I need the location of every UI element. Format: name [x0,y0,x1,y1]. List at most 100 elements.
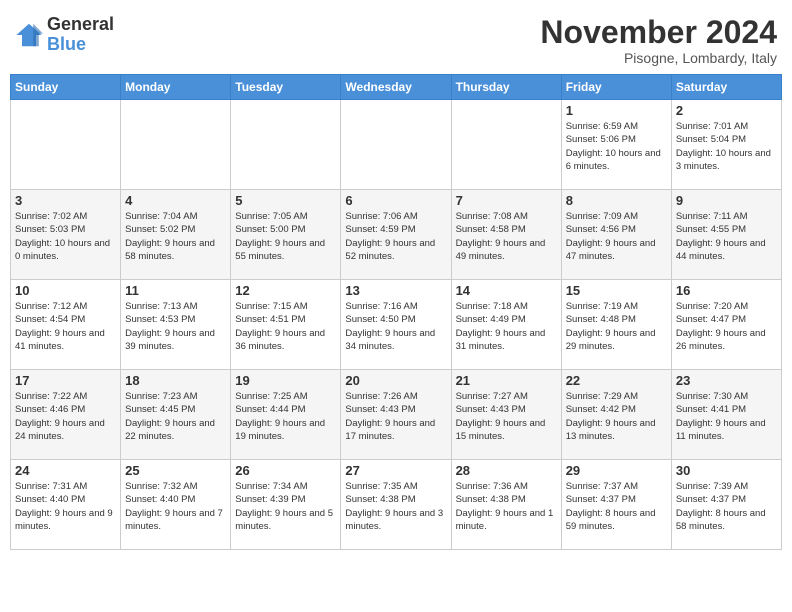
day-number: 15 [566,283,667,298]
day-number: 7 [456,193,557,208]
day-info: Sunrise: 7:34 AM Sunset: 4:39 PM Dayligh… [235,480,336,533]
table-row: 30Sunrise: 7:39 AM Sunset: 4:37 PM Dayli… [671,460,781,550]
day-info: Sunrise: 7:08 AM Sunset: 4:58 PM Dayligh… [456,210,557,263]
table-row: 19 Sunrise: 7:25 AM Sunset: 4:44 PM Dayli… [231,370,341,460]
day-info: Sunrise: 7:23 AM Sunset: 4:45 PM Dayligh… [125,390,226,443]
table-row: 10 Sunrise: 7:12 AM Sunset: 4:54 PM Dayli… [11,280,121,370]
header-thursday: Thursday [451,75,561,100]
calendar-week-row: 10 Sunrise: 7:12 AM Sunset: 4:54 PM Dayli… [11,280,782,370]
day-number: 21 [456,373,557,388]
day-info: Sunrise: 7:30 AM Sunset: 4:41 PM Dayligh… [676,390,777,443]
day-number: 1 [566,103,667,118]
day-number: 20 [345,373,446,388]
day-number: 14 [456,283,557,298]
day-number: 2 [676,103,777,118]
day-info: Sunrise: 7:35 AM Sunset: 4:38 PM Dayligh… [345,480,446,533]
table-row: 11 Sunrise: 7:13 AM Sunset: 4:53 PM Dayli… [121,280,231,370]
table-row: 5 Sunrise: 7:05 AM Sunset: 5:00 PM Daylig… [231,190,341,280]
calendar-week-row: 24Sunrise: 7:31 AM Sunset: 4:40 PM Dayli… [11,460,782,550]
table-row [121,100,231,190]
table-row: 18Sunrise: 7:23 AM Sunset: 4:45 PM Dayli… [121,370,231,460]
calendar-header-row: Sunday Monday Tuesday Wednesday Thursday… [11,75,782,100]
logo: General Blue [15,15,114,55]
day-info: Sunrise: 7:26 AM Sunset: 4:43 PM Dayligh… [345,390,446,443]
table-row: 17Sunrise: 7:22 AM Sunset: 4:46 PM Dayli… [11,370,121,460]
table-row: 28 Sunrise: 7:36 AM Sunset: 4:38 PM Dayli… [451,460,561,550]
day-number: 4 [125,193,226,208]
day-number: 27 [345,463,446,478]
table-row: 27 Sunrise: 7:35 AM Sunset: 4:38 PM Dayli… [341,460,451,550]
table-row: 14 Sunrise: 7:18 AM Sunset: 4:49 PM Dayli… [451,280,561,370]
day-info: Sunrise: 7:02 AM Sunset: 5:03 PM Dayligh… [15,210,116,263]
table-row: 21Sunrise: 7:27 AM Sunset: 4:43 PM Dayli… [451,370,561,460]
logo-general-text: General [47,15,114,35]
calendar-week-row: 1 Sunrise: 6:59 AM Sunset: 5:06 PM Daylig… [11,100,782,190]
day-number: 25 [125,463,226,478]
day-info: Sunrise: 7:04 AM Sunset: 5:02 PM Dayligh… [125,210,226,263]
table-row: 22 Sunrise: 7:29 AM Sunset: 4:42 PM Dayli… [561,370,671,460]
day-number: 30 [676,463,777,478]
day-info: Sunrise: 7:20 AM Sunset: 4:47 PM Dayligh… [676,300,777,353]
calendar-table: Sunday Monday Tuesday Wednesday Thursday… [10,74,782,550]
day-info: Sunrise: 7:05 AM Sunset: 5:00 PM Dayligh… [235,210,336,263]
header-saturday: Saturday [671,75,781,100]
table-row: 9Sunrise: 7:11 AM Sunset: 4:55 PM Daylig… [671,190,781,280]
table-row: 24Sunrise: 7:31 AM Sunset: 4:40 PM Dayli… [11,460,121,550]
location-text: Pisogne, Lombardy, Italy [540,50,777,66]
table-row: 4 Sunrise: 7:04 AM Sunset: 5:02 PM Daylig… [121,190,231,280]
day-info: Sunrise: 7:19 AM Sunset: 4:48 PM Dayligh… [566,300,667,353]
day-info: Sunrise: 7:11 AM Sunset: 4:55 PM Dayligh… [676,210,777,263]
day-info: Sunrise: 7:09 AM Sunset: 4:56 PM Dayligh… [566,210,667,263]
day-info: Sunrise: 7:25 AM Sunset: 4:44 PM Dayligh… [235,390,336,443]
month-title: November 2024 [540,15,777,50]
day-info: Sunrise: 7:36 AM Sunset: 4:38 PM Dayligh… [456,480,557,533]
table-row [231,100,341,190]
day-info: Sunrise: 7:16 AM Sunset: 4:50 PM Dayligh… [345,300,446,353]
table-row: 23 Sunrise: 7:30 AM Sunset: 4:41 PM Dayli… [671,370,781,460]
day-info: Sunrise: 7:06 AM Sunset: 4:59 PM Dayligh… [345,210,446,263]
day-info: Sunrise: 7:15 AM Sunset: 4:51 PM Dayligh… [235,300,336,353]
logo-icon [15,21,43,49]
table-row: 15 Sunrise: 7:19 AM Sunset: 4:48 PM Dayli… [561,280,671,370]
day-info: Sunrise: 7:13 AM Sunset: 4:53 PM Dayligh… [125,300,226,353]
table-row: 12Sunrise: 7:15 AM Sunset: 4:51 PM Dayli… [231,280,341,370]
day-number: 29 [566,463,667,478]
day-info: Sunrise: 7:29 AM Sunset: 4:42 PM Dayligh… [566,390,667,443]
table-row: 13 Sunrise: 7:16 AM Sunset: 4:50 PM Dayli… [341,280,451,370]
day-number: 23 [676,373,777,388]
table-row: 7 Sunrise: 7:08 AM Sunset: 4:58 PM Daylig… [451,190,561,280]
table-row [341,100,451,190]
day-number: 3 [15,193,116,208]
day-number: 16 [676,283,777,298]
day-number: 10 [15,283,116,298]
day-info: Sunrise: 7:01 AM Sunset: 5:04 PM Dayligh… [676,120,777,173]
day-info: Sunrise: 7:22 AM Sunset: 4:46 PM Dayligh… [15,390,116,443]
day-number: 11 [125,283,226,298]
day-info: Sunrise: 7:12 AM Sunset: 4:54 PM Dayligh… [15,300,116,353]
day-number: 28 [456,463,557,478]
header-monday: Monday [121,75,231,100]
day-number: 22 [566,373,667,388]
title-block: November 2024 Pisogne, Lombardy, Italy [540,15,777,66]
table-row: 16 Sunrise: 7:20 AM Sunset: 4:47 PM Dayli… [671,280,781,370]
day-number: 5 [235,193,336,208]
table-row: 6 Sunrise: 7:06 AM Sunset: 4:59 PM Daylig… [341,190,451,280]
day-info: Sunrise: 7:32 AM Sunset: 4:40 PM Dayligh… [125,480,226,533]
day-number: 6 [345,193,446,208]
table-row: 3 Sunrise: 7:02 AM Sunset: 5:03 PM Daylig… [11,190,121,280]
day-number: 24 [15,463,116,478]
table-row: 25 Sunrise: 7:32 AM Sunset: 4:40 PM Dayli… [121,460,231,550]
day-info: Sunrise: 7:18 AM Sunset: 4:49 PM Dayligh… [456,300,557,353]
table-row: 1 Sunrise: 6:59 AM Sunset: 5:06 PM Daylig… [561,100,671,190]
table-row: 26Sunrise: 7:34 AM Sunset: 4:39 PM Dayli… [231,460,341,550]
table-row: 29 Sunrise: 7:37 AM Sunset: 4:37 PM Dayli… [561,460,671,550]
day-info: Sunrise: 7:37 AM Sunset: 4:37 PM Dayligh… [566,480,667,533]
day-number: 13 [345,283,446,298]
header-friday: Friday [561,75,671,100]
page-header: General Blue November 2024 Pisogne, Lomb… [10,10,782,66]
day-number: 8 [566,193,667,208]
day-info: Sunrise: 6:59 AM Sunset: 5:06 PM Dayligh… [566,120,667,173]
table-row: 20 Sunrise: 7:26 AM Sunset: 4:43 PM Dayli… [341,370,451,460]
header-tuesday: Tuesday [231,75,341,100]
day-number: 19 [235,373,336,388]
